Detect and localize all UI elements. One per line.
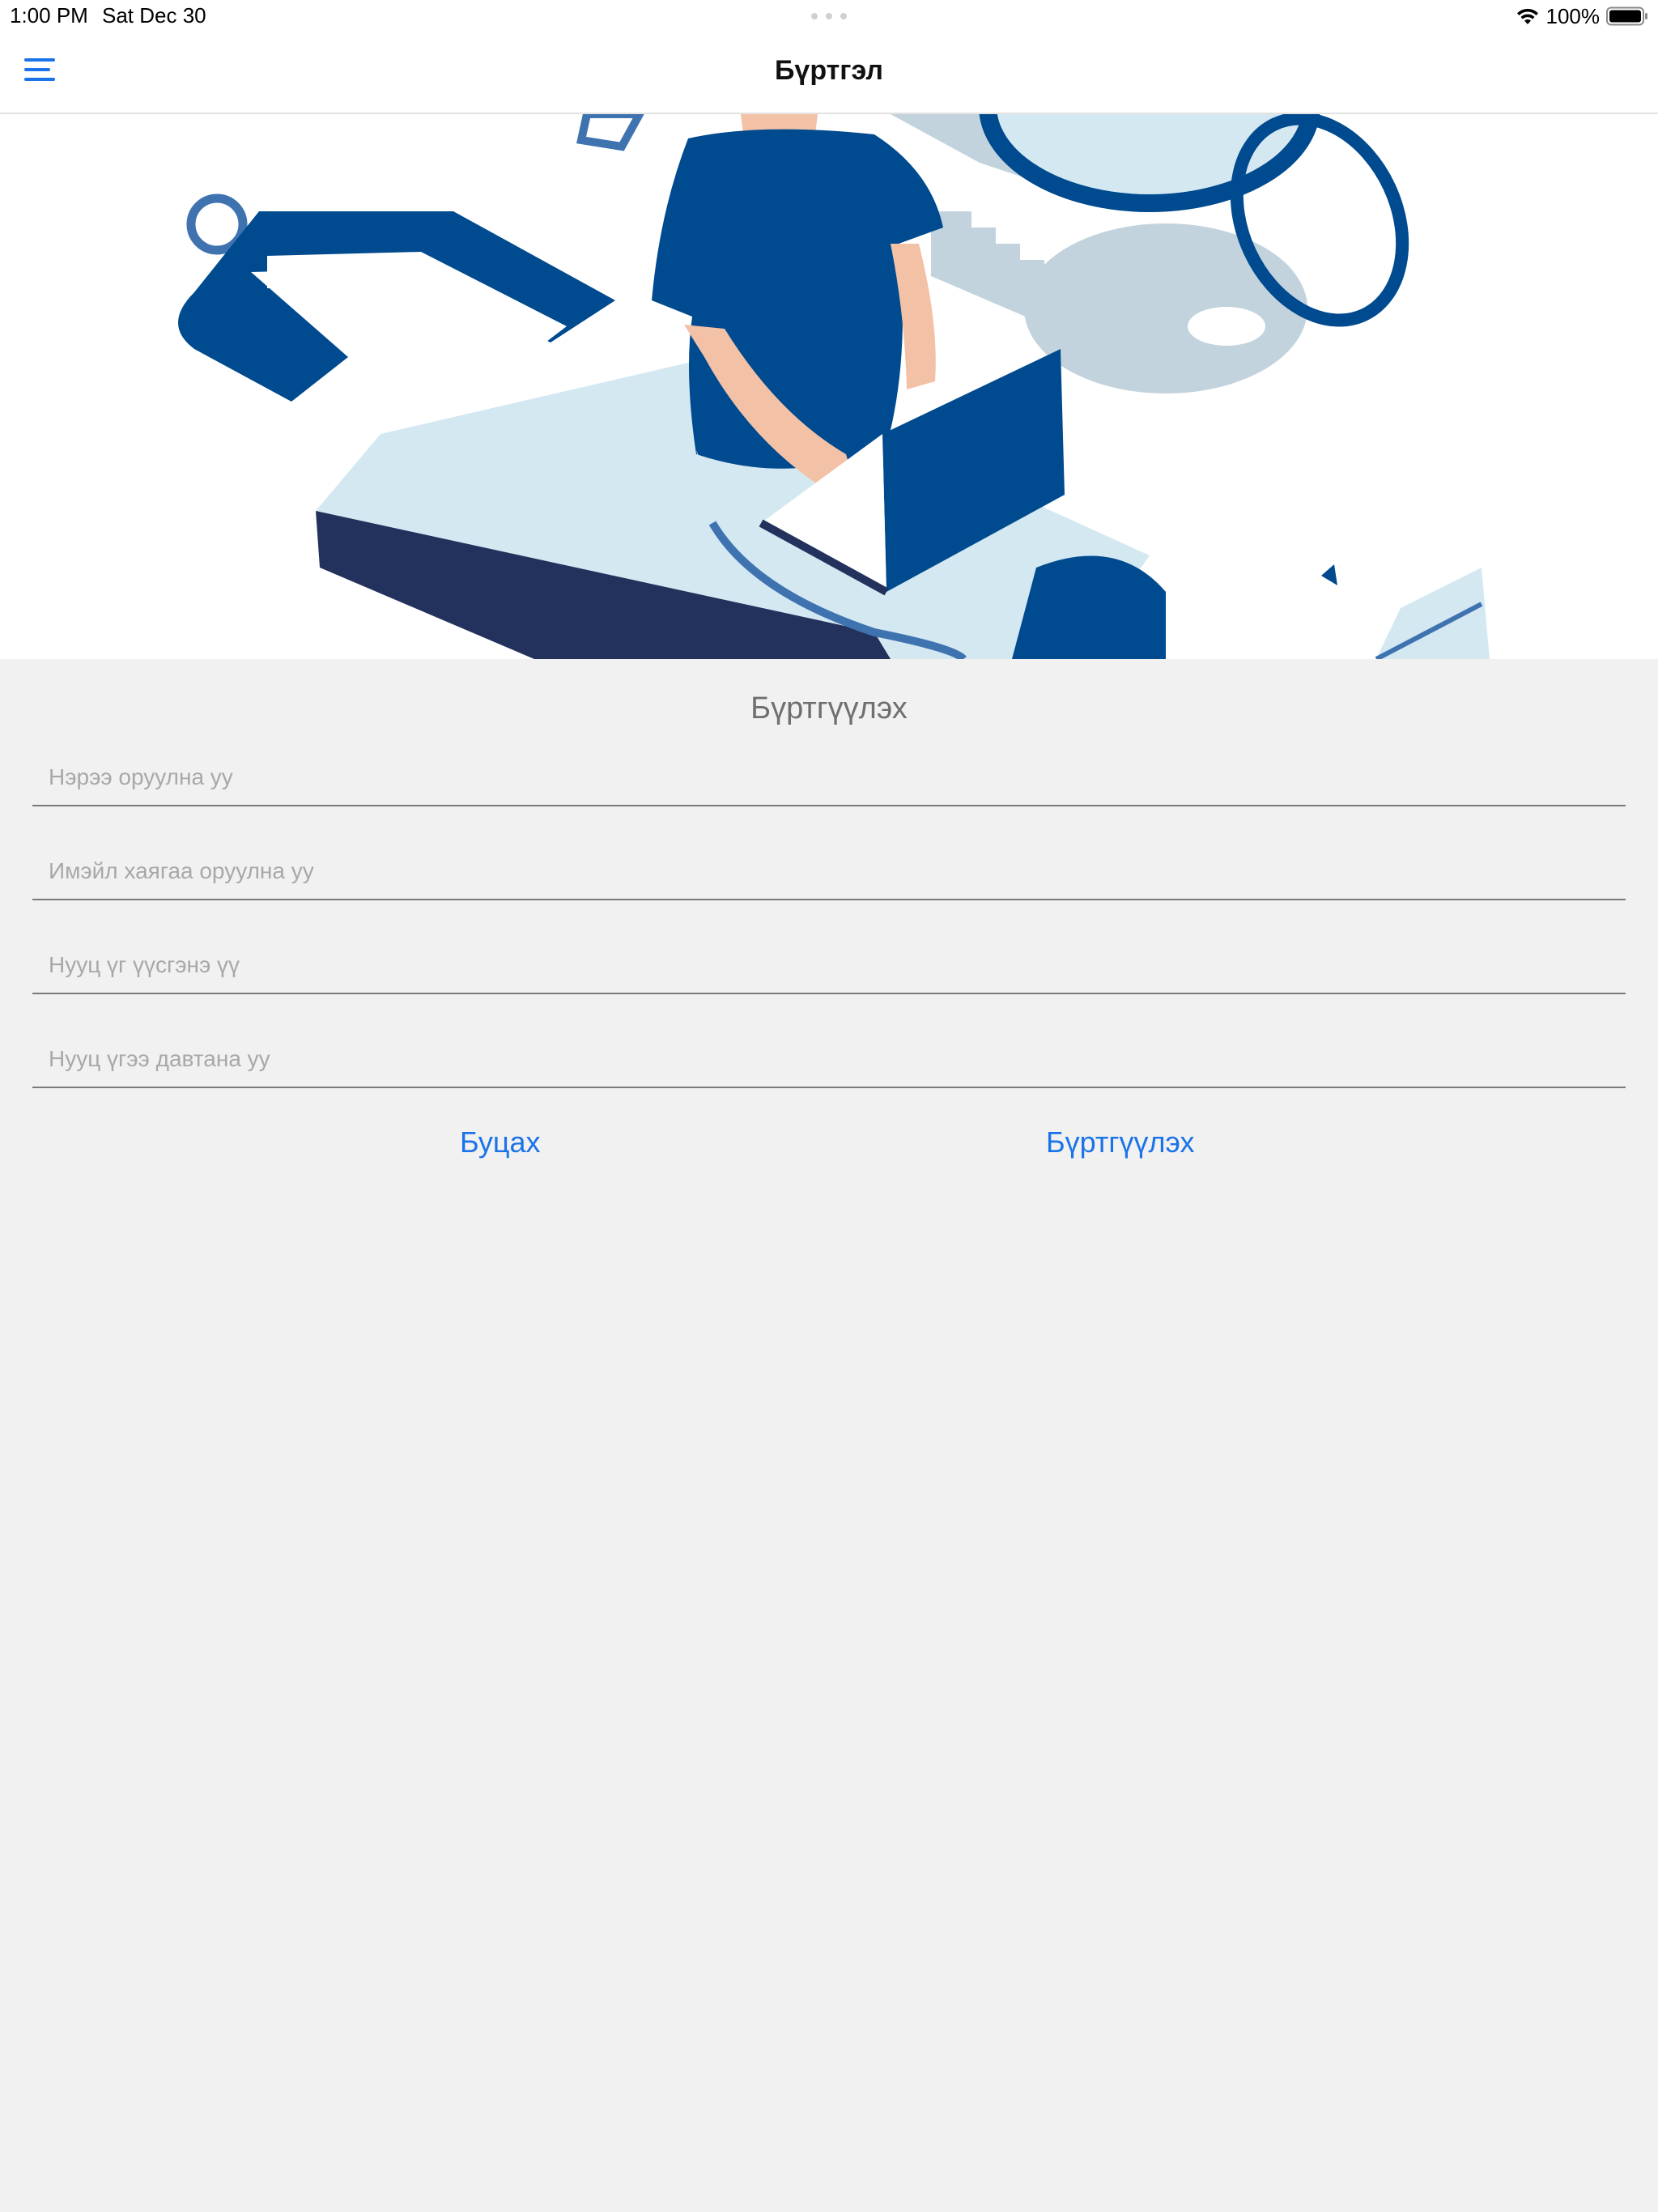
page-title: Бүртгэл: [774, 55, 883, 86]
status-indicators: 100%: [1516, 3, 1649, 29]
email-field: [32, 844, 1626, 900]
device-frame: [178, 211, 615, 402]
confirm-password-field: [32, 1032, 1626, 1088]
status-time: 1:00 PM: [10, 3, 88, 28]
register-button[interactable]: Бүртгүүлэх: [1046, 1125, 1194, 1159]
battery-icon: [1606, 6, 1647, 26]
name-input[interactable]: [32, 750, 1626, 805]
decoration-diamond: [1321, 564, 1337, 585]
hero-illustration: [0, 114, 1658, 659]
battery-percent: 100%: [1545, 3, 1601, 28]
multitasking-dots-icon[interactable]: [811, 13, 847, 19]
person-with-laptop-illustration: [178, 114, 1490, 659]
name-field: [32, 750, 1626, 806]
navigation-bar: Бүртгэл: [0, 32, 1658, 114]
password-input[interactable]: [32, 938, 1626, 993]
wifi-icon: [1516, 8, 1538, 24]
status-date: Sat Dec 30: [102, 3, 206, 28]
confirm-password-input[interactable]: [32, 1032, 1626, 1087]
email-input[interactable]: [32, 844, 1626, 899]
status-bar: 1:00 PM Sat Dec 30 100%: [0, 0, 1658, 32]
decoration-square: [576, 114, 644, 151]
form-title: Бүртгүүлэх: [750, 691, 908, 725]
password-field: [32, 938, 1626, 994]
back-button[interactable]: Буцах: [460, 1125, 540, 1159]
